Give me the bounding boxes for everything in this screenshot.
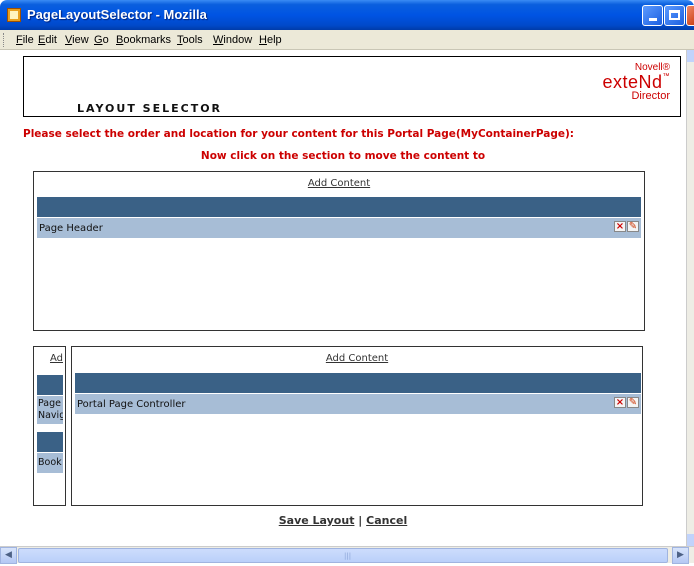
item-actions: × ✎: [613, 397, 639, 409]
page-header-banner: LAYOUT SELECTOR Novell® exteNd™ Director: [23, 56, 681, 117]
menu-file[interactable]: File: [16, 34, 34, 46]
close-x-icon[interactable]: ×: [614, 397, 626, 408]
scroll-up-button[interactable]: [687, 50, 694, 62]
close-x-icon[interactable]: ×: [614, 221, 626, 232]
logo-extend-text: exteNd: [602, 72, 663, 92]
close-window-button[interactable]: [686, 5, 694, 26]
mozilla-app-icon: [7, 8, 21, 22]
menu-help[interactable]: Help: [259, 34, 282, 46]
horizontal-scrollbar[interactable]: ◀ ||| ▶: [0, 546, 694, 564]
maximize-icon: [669, 10, 680, 20]
add-content-link-left[interactable]: Ad: [34, 353, 65, 364]
content-item-portal-page-controller[interactable]: Portal Page Controller × ✎: [75, 394, 641, 414]
content-item-page-header[interactable]: Page Header × ✎: [37, 218, 641, 238]
window-title: PageLayoutSelector - Mozilla: [27, 7, 207, 22]
content-item-page-navigation[interactable]: Page Navig: [37, 396, 63, 424]
scrollbar-grip-icon: |||: [344, 552, 352, 560]
page-title: LAYOUT SELECTOR: [77, 102, 223, 115]
footer-actions: Save Layout | Cancel: [0, 514, 686, 527]
top-section[interactable]: Add Content Page Header × ✎: [33, 171, 645, 331]
content-item-label: Portal Page Controller: [77, 399, 186, 410]
scroll-left-button[interactable]: ◀: [0, 547, 17, 564]
minimize-icon: [648, 18, 657, 21]
toolbar-grip[interactable]: [3, 33, 6, 47]
logo-extend: exteNd™: [602, 73, 670, 91]
content-item-label: Page Header: [39, 223, 103, 234]
logo-tm: ™: [662, 73, 670, 80]
logo-director: Director: [631, 90, 670, 102]
menu-bar: File Edit View Go Bookmarks Tools Window…: [0, 30, 694, 50]
content-item-bookmarks[interactable]: Book: [37, 453, 63, 473]
menu-go[interactable]: Go: [94, 34, 109, 46]
section-bar-left-1: [37, 375, 63, 395]
section-bar-top: [37, 197, 641, 217]
footer-separator: |: [358, 514, 363, 527]
minimize-button[interactable]: [642, 5, 663, 26]
menu-edit[interactable]: Edit: [38, 34, 57, 46]
menu-tools[interactable]: Tools: [177, 34, 203, 46]
instruction-secondary: Now click on the section to move the con…: [200, 150, 486, 162]
cancel-link[interactable]: Cancel: [366, 514, 407, 527]
scrollbar-thumb[interactable]: [18, 548, 668, 563]
pencil-icon[interactable]: ✎: [627, 397, 639, 408]
vertical-scrollbar[interactable]: [686, 50, 694, 546]
menu-window[interactable]: Window: [213, 34, 252, 46]
save-layout-link[interactable]: Save Layout: [279, 514, 355, 527]
left-section[interactable]: Ad Page Navig Book: [33, 346, 66, 506]
main-section[interactable]: Add Content Portal Page Controller × ✎: [71, 346, 643, 506]
scroll-right-button[interactable]: ▶: [672, 547, 689, 564]
instruction-text: Please select the order and location for…: [23, 128, 574, 140]
add-content-link-main[interactable]: Add Content: [72, 353, 642, 364]
section-bar-main: [75, 373, 641, 393]
menu-view[interactable]: View: [65, 34, 89, 46]
window-title-bar[interactable]: PageLayoutSelector - Mozilla: [0, 0, 694, 30]
menu-bookmarks[interactable]: Bookmarks: [116, 34, 171, 46]
section-bar-left-2: [37, 432, 63, 452]
scroll-down-button[interactable]: [687, 534, 694, 546]
novell-extend-logo: Novell® exteNd™ Director: [602, 63, 670, 102]
maximize-button[interactable]: [664, 5, 685, 26]
add-content-link-top[interactable]: Add Content: [34, 178, 644, 189]
pencil-icon[interactable]: ✎: [627, 221, 639, 232]
item-actions: × ✎: [613, 221, 639, 233]
page-content: LAYOUT SELECTOR Novell® exteNd™ Director…: [0, 50, 686, 546]
